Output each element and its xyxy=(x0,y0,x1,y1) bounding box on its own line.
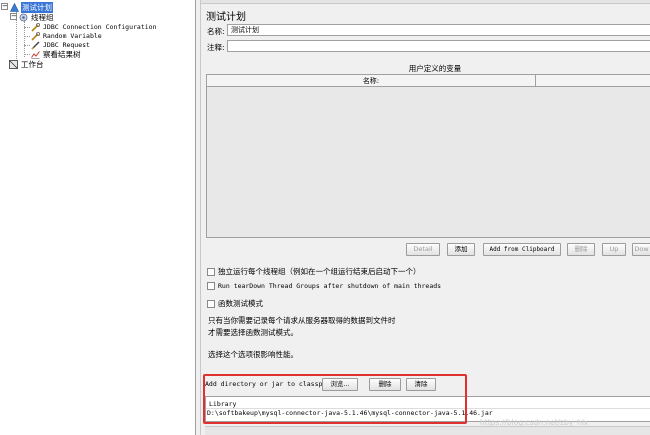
user-variables-table[interactable]: 名称: xyxy=(206,74,650,238)
checkbox-label: 函数测试模式 xyxy=(218,299,263,308)
bottom-strip xyxy=(205,426,650,435)
functional-mode-note-line1: 只有当你需要记录每个请求从服务器取得的数据到文件时 xyxy=(208,316,396,325)
tree-item-label: JDBC Connection Configuration xyxy=(43,23,157,31)
checkbox-box[interactable] xyxy=(207,299,215,308)
column-divider[interactable] xyxy=(535,75,536,87)
tree-line xyxy=(24,45,30,46)
add-button[interactable]: 添加 xyxy=(447,243,475,256)
chart-icon xyxy=(31,50,40,59)
test-plan-icon xyxy=(10,2,19,12)
watermark: https://blog.csdn.net/zby_hlx xyxy=(480,418,589,427)
tree-item-test-plan[interactable]: 测试计划 xyxy=(10,1,53,13)
user-variables-title: 用户定义的变量 xyxy=(408,64,462,73)
workbench-icon xyxy=(9,59,18,69)
page-title: 测试计划 xyxy=(206,12,246,23)
name-label: 名称: xyxy=(207,27,225,36)
functional-mode-note-line2: 才需要选择函数测试模式。 xyxy=(208,328,298,337)
name-field[interactable] xyxy=(227,24,650,36)
checkbox-label: Run tearDown Thread Groups after shutdow… xyxy=(218,282,442,290)
tree-item-label: Random Variable xyxy=(43,32,102,40)
add-from-clipboard-button[interactable]: Add from Clipboard xyxy=(483,243,561,256)
down-button[interactable]: Dow xyxy=(632,243,650,256)
checkbox-label: 独立运行每个线程组（例如在一个组运行结束后启动下一个） xyxy=(218,267,421,276)
checkbox-box[interactable] xyxy=(207,282,215,290)
tree-item-label: 线程组 xyxy=(31,12,54,22)
tree-line xyxy=(24,27,30,28)
tree-item-label: 察看结果树 xyxy=(43,49,81,59)
collapse-icon[interactable]: − xyxy=(1,3,8,10)
comment-field[interactable] xyxy=(227,40,650,52)
panel-top-strip xyxy=(201,0,650,4)
performance-warning: 选择这个选项很影响性能。 xyxy=(208,350,298,359)
tree-item-workbench[interactable]: 工作台 xyxy=(9,59,45,69)
run-teardown-checkbox[interactable]: Run tearDown Thread Groups after shutdow… xyxy=(207,282,441,290)
tree-line xyxy=(24,36,30,37)
test-plan-panel: 测试计划 名称: 注释: 用户定义的变量 名称: Detail 添加 Add f… xyxy=(200,0,650,435)
up-button[interactable]: Up xyxy=(602,243,626,256)
run-thread-groups-consecutively-checkbox[interactable]: 独立运行每个线程组（例如在一个组运行结束后启动下一个） xyxy=(207,266,421,277)
column-header-name[interactable]: 名称: xyxy=(207,76,535,86)
functional-test-mode-checkbox[interactable]: 函数测试模式 xyxy=(207,298,263,309)
tree-item-thread-group[interactable]: 线程组 xyxy=(19,12,55,22)
classpath-highlight-box xyxy=(203,374,467,424)
delete-button[interactable]: 删除 xyxy=(567,243,595,256)
detail-button[interactable]: Detail xyxy=(406,243,440,256)
gear-icon xyxy=(19,13,28,22)
comment-label: 注释: xyxy=(207,43,225,52)
tree-item-label: 工作台 xyxy=(21,59,44,69)
tree-item-view-results-tree[interactable]: 察看结果树 xyxy=(31,49,82,59)
collapse-icon[interactable]: − xyxy=(10,13,17,20)
checkbox-box[interactable] xyxy=(207,267,215,276)
table-header: 名称: xyxy=(207,75,650,87)
tree-line xyxy=(24,54,30,55)
test-plan-tree: − 测试计划 − 线程组 JDBC Connection Configurati… xyxy=(0,0,196,435)
